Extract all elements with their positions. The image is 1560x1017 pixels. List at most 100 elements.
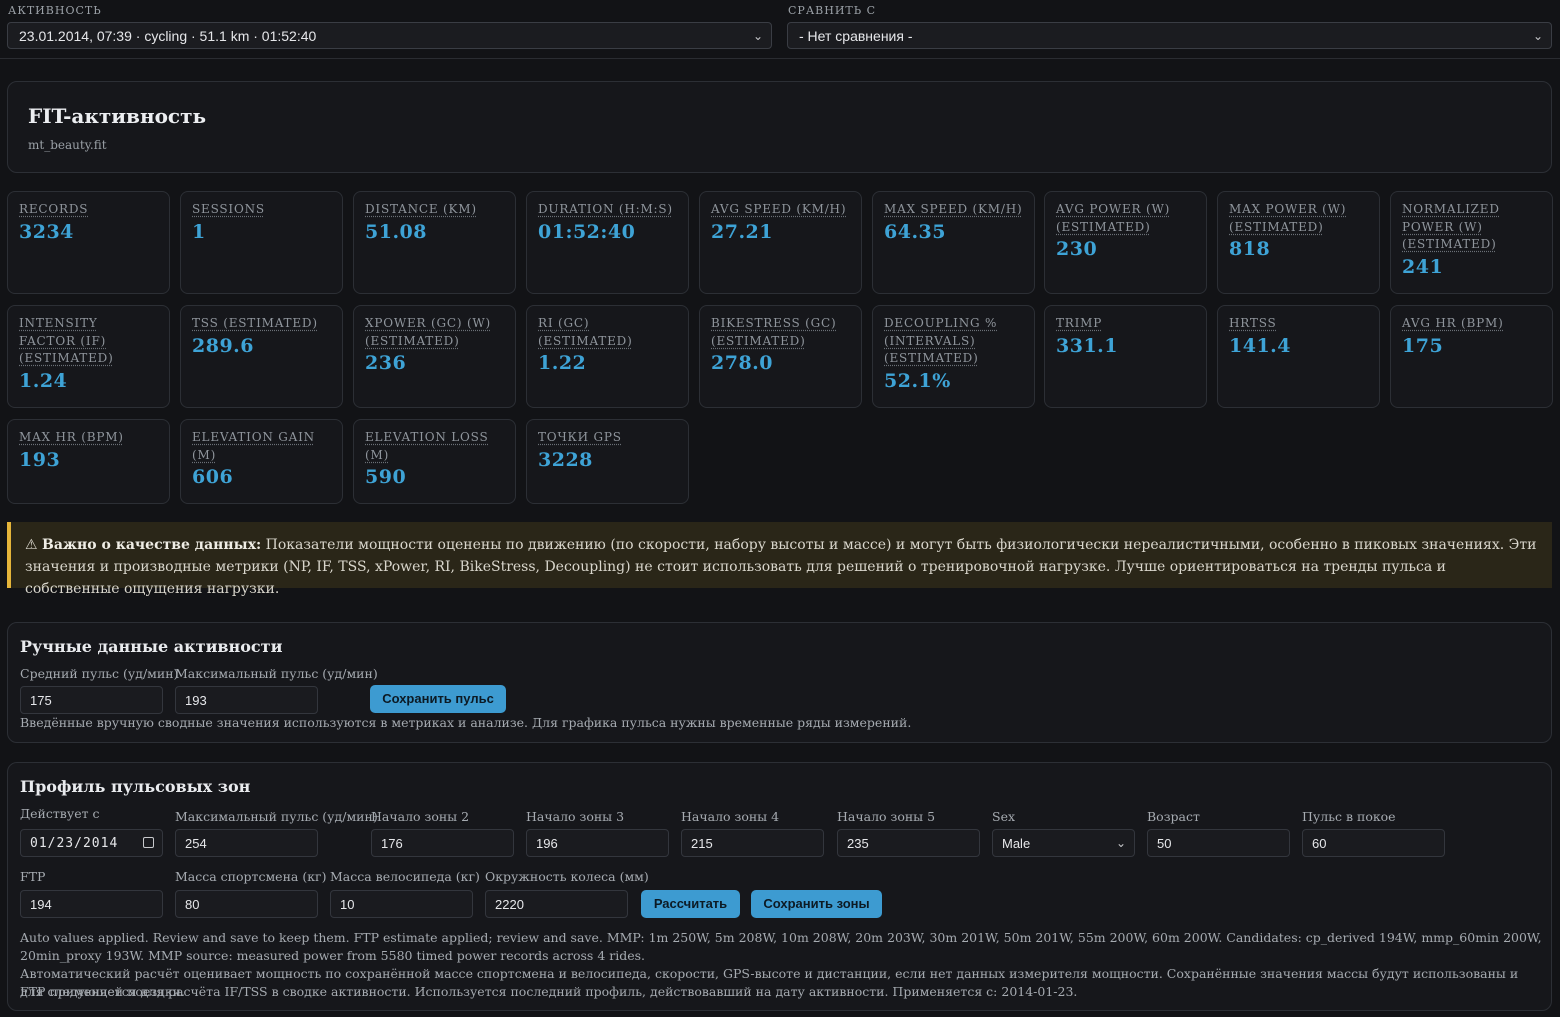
metric-label: SESSIONS (192, 202, 265, 216)
metric-label: DECOUPLING % (INTERVALS) (ESTIMATED) (884, 316, 998, 365)
ftp-input[interactable]: 194 (20, 890, 163, 918)
save-hr-button[interactable]: Сохранить пульс (370, 685, 506, 713)
compare-select-value: - Нет сравнения - (799, 28, 913, 44)
metric-value: 278.0 (711, 352, 773, 374)
zone2-input[interactable]: 176 (371, 829, 514, 857)
zone4-input[interactable]: 215 (681, 829, 824, 857)
metric-value: 606 (192, 466, 234, 488)
metric-value: 01:52:40 (538, 220, 636, 243)
ftp-note: FTP применяется для расчёта IF/TSS в сво… (20, 984, 1078, 999)
zones-max-hr-label: Максимальный пульс (уд/мин) (175, 809, 378, 824)
effective-date-input[interactable]: 01/23/2014 (20, 829, 163, 857)
athlete-mass-input[interactable]: 80 (175, 890, 318, 918)
warning-title: Важно о качестве данных: (42, 537, 262, 553)
activity-select-label: АКТИВНОСТЬ (8, 4, 102, 17)
save-zones-button[interactable]: Сохранить зоны (751, 890, 882, 918)
activity-header-panel: FIT-активность mt_beauty.fit (7, 81, 1552, 173)
calculate-button[interactable]: Рассчитать (641, 890, 740, 918)
metric-label: MAX HR (BPM) (19, 430, 124, 444)
metric-card-tss: TSS (ESTIMATED) 289.6 (180, 305, 343, 408)
activity-select[interactable]: 23.01.2014, 07:39 · cycling · 51.1 km · … (7, 22, 772, 49)
compare-select[interactable]: - Нет сравнения - ⌄ (787, 22, 1552, 49)
wheel-input[interactable]: 2220 (485, 890, 628, 918)
metric-label: MAX POWER (W) (ESTIMATED) (1229, 202, 1347, 234)
avg-hr-input[interactable]: 175 (20, 686, 163, 714)
metric-value: 52.1% (884, 369, 951, 392)
zone5-input[interactable]: 235 (837, 829, 980, 857)
zones-section-title: Профиль пульсовых зон (20, 777, 251, 796)
metric-value: 3234 (19, 220, 74, 243)
max-hr-input[interactable]: 193 (175, 686, 318, 714)
metric-card-trimp: TRIMP 331.1 (1044, 305, 1207, 408)
metric-label: RI (GC) (ESTIMATED) (538, 316, 633, 348)
chevron-down-icon: ⌄ (1532, 29, 1543, 43)
zone2-label: Начало зоны 2 (371, 809, 470, 824)
metric-label: BIKESTRESS (GC) (ESTIMATED) (711, 316, 837, 348)
metric-label: XPOWER (GC) (W) (ESTIMATED) (365, 316, 492, 348)
zone3-input[interactable]: 196 (526, 829, 669, 857)
metric-card-normalized-power: NORMALIZED POWER (W) (ESTIMATED) 241 (1390, 191, 1553, 294)
metric-label: AVG POWER (W) (ESTIMATED) (1056, 202, 1171, 234)
sex-label: Sex (992, 809, 1016, 824)
metric-value: 27.21 (711, 220, 773, 243)
metric-card-ri: RI (GC) (ESTIMATED) 1.22 (526, 305, 689, 408)
age-label: Возраст (1147, 809, 1200, 824)
age-input[interactable]: 50 (1147, 829, 1290, 857)
metric-card-distance: DISTANCE (KM) 51.08 (353, 191, 516, 294)
metric-card-max-hr: MAX HR (BPM) 193 (7, 419, 170, 504)
metric-card-max-speed: MAX SPEED (KM/H) 64.35 (872, 191, 1035, 294)
zone4-label: Начало зоны 4 (681, 809, 780, 824)
metric-card-avg-power: AVG POWER (W) (ESTIMATED) 230 (1044, 191, 1207, 294)
metric-value: 175 (1402, 334, 1444, 357)
metric-label: TSS (ESTIMATED) (192, 316, 318, 330)
file-name: mt_beauty.fit (28, 138, 107, 152)
metric-label: DISTANCE (KM) (365, 202, 477, 216)
metric-card-decoupling: DECOUPLING % (INTERVALS) (ESTIMATED) 52.… (872, 305, 1035, 408)
metric-card-elevation-gain: ELEVATION GAIN (M) 606 (180, 419, 343, 504)
bike-mass-input[interactable]: 10 (330, 890, 473, 918)
metric-label: MAX SPEED (KM/H) (884, 202, 1023, 216)
rest-hr-input[interactable]: 60 (1302, 829, 1445, 857)
metric-card-xpower: XPOWER (GC) (W) (ESTIMATED) 236 (353, 305, 516, 408)
metric-card-avg-hr: AVG HR (BPM) 175 (1390, 305, 1553, 408)
warning-icon: ⚠ (25, 537, 38, 553)
top-bar: АКТИВНОСТЬ 23.01.2014, 07:39 · cycling ·… (0, 0, 1560, 59)
metric-value: 230 (1056, 238, 1098, 260)
metric-value: 3228 (538, 448, 593, 471)
metric-card-gps-points: ТОЧКИ GPS 3228 (526, 419, 689, 504)
bike-mass-label: Масса велосипеда (кг) (330, 869, 480, 884)
manual-note: Введённые вручную сводные значения испол… (20, 715, 912, 730)
metric-value: 1 (192, 220, 206, 243)
metric-label: INTENSITY FACTOR (IF) (ESTIMATED) (19, 316, 114, 365)
sex-select-value: Male (1002, 836, 1031, 851)
zone3-label: Начало зоны 3 (526, 809, 625, 824)
hr-zones-panel: Профиль пульсовых зон Действует с Максим… (7, 762, 1552, 1011)
calendar-icon[interactable] (143, 837, 154, 848)
metric-label: HRTSS (1229, 316, 1277, 330)
metric-value: 289.6 (192, 334, 254, 357)
effective-date-value: 01/23/2014 (30, 836, 119, 851)
sex-select[interactable]: Male ⌄ (992, 829, 1135, 857)
max-hr-label: Максимальный пульс (уд/мин) (175, 666, 378, 681)
metric-value: 1.22 (538, 352, 587, 374)
metric-label: ELEVATION LOSS (M) (365, 430, 489, 462)
compare-select-label: СРАВНИТЬ С (788, 4, 877, 17)
ftp-label: FTP (20, 869, 46, 884)
zones-max-hr-input[interactable]: 254 (175, 829, 318, 857)
metric-label: RECORDS (19, 202, 89, 216)
metric-label: TRIMP (1056, 316, 1103, 330)
wheel-label: Окружность колеса (мм) (485, 869, 649, 884)
zone5-label: Начало зоны 5 (837, 809, 936, 824)
metric-card-records: RECORDS 3234 (7, 191, 170, 294)
rest-hr-label: Пульс в покое (1302, 809, 1396, 824)
metric-value: 241 (1402, 255, 1444, 278)
metric-value: 193 (19, 448, 61, 471)
metric-label: AVG SPEED (KM/H) (711, 202, 847, 216)
metric-label: NORMALIZED POWER (W) (ESTIMATED) (1402, 202, 1500, 251)
data-quality-warning: ⚠ Важно о качестве данных: Показатели мо… (7, 522, 1552, 597)
metric-card-intensity-factor: INTENSITY FACTOR (IF) (ESTIMATED) 1.24 (7, 305, 170, 408)
metric-card-avg-speed: AVG SPEED (KM/H) 27.21 (699, 191, 862, 294)
metric-label: AVG HR (BPM) (1402, 316, 1504, 330)
avg-hr-label: Средний пульс (уд/мин) (20, 666, 179, 681)
chevron-down-icon: ⌄ (1115, 836, 1126, 850)
